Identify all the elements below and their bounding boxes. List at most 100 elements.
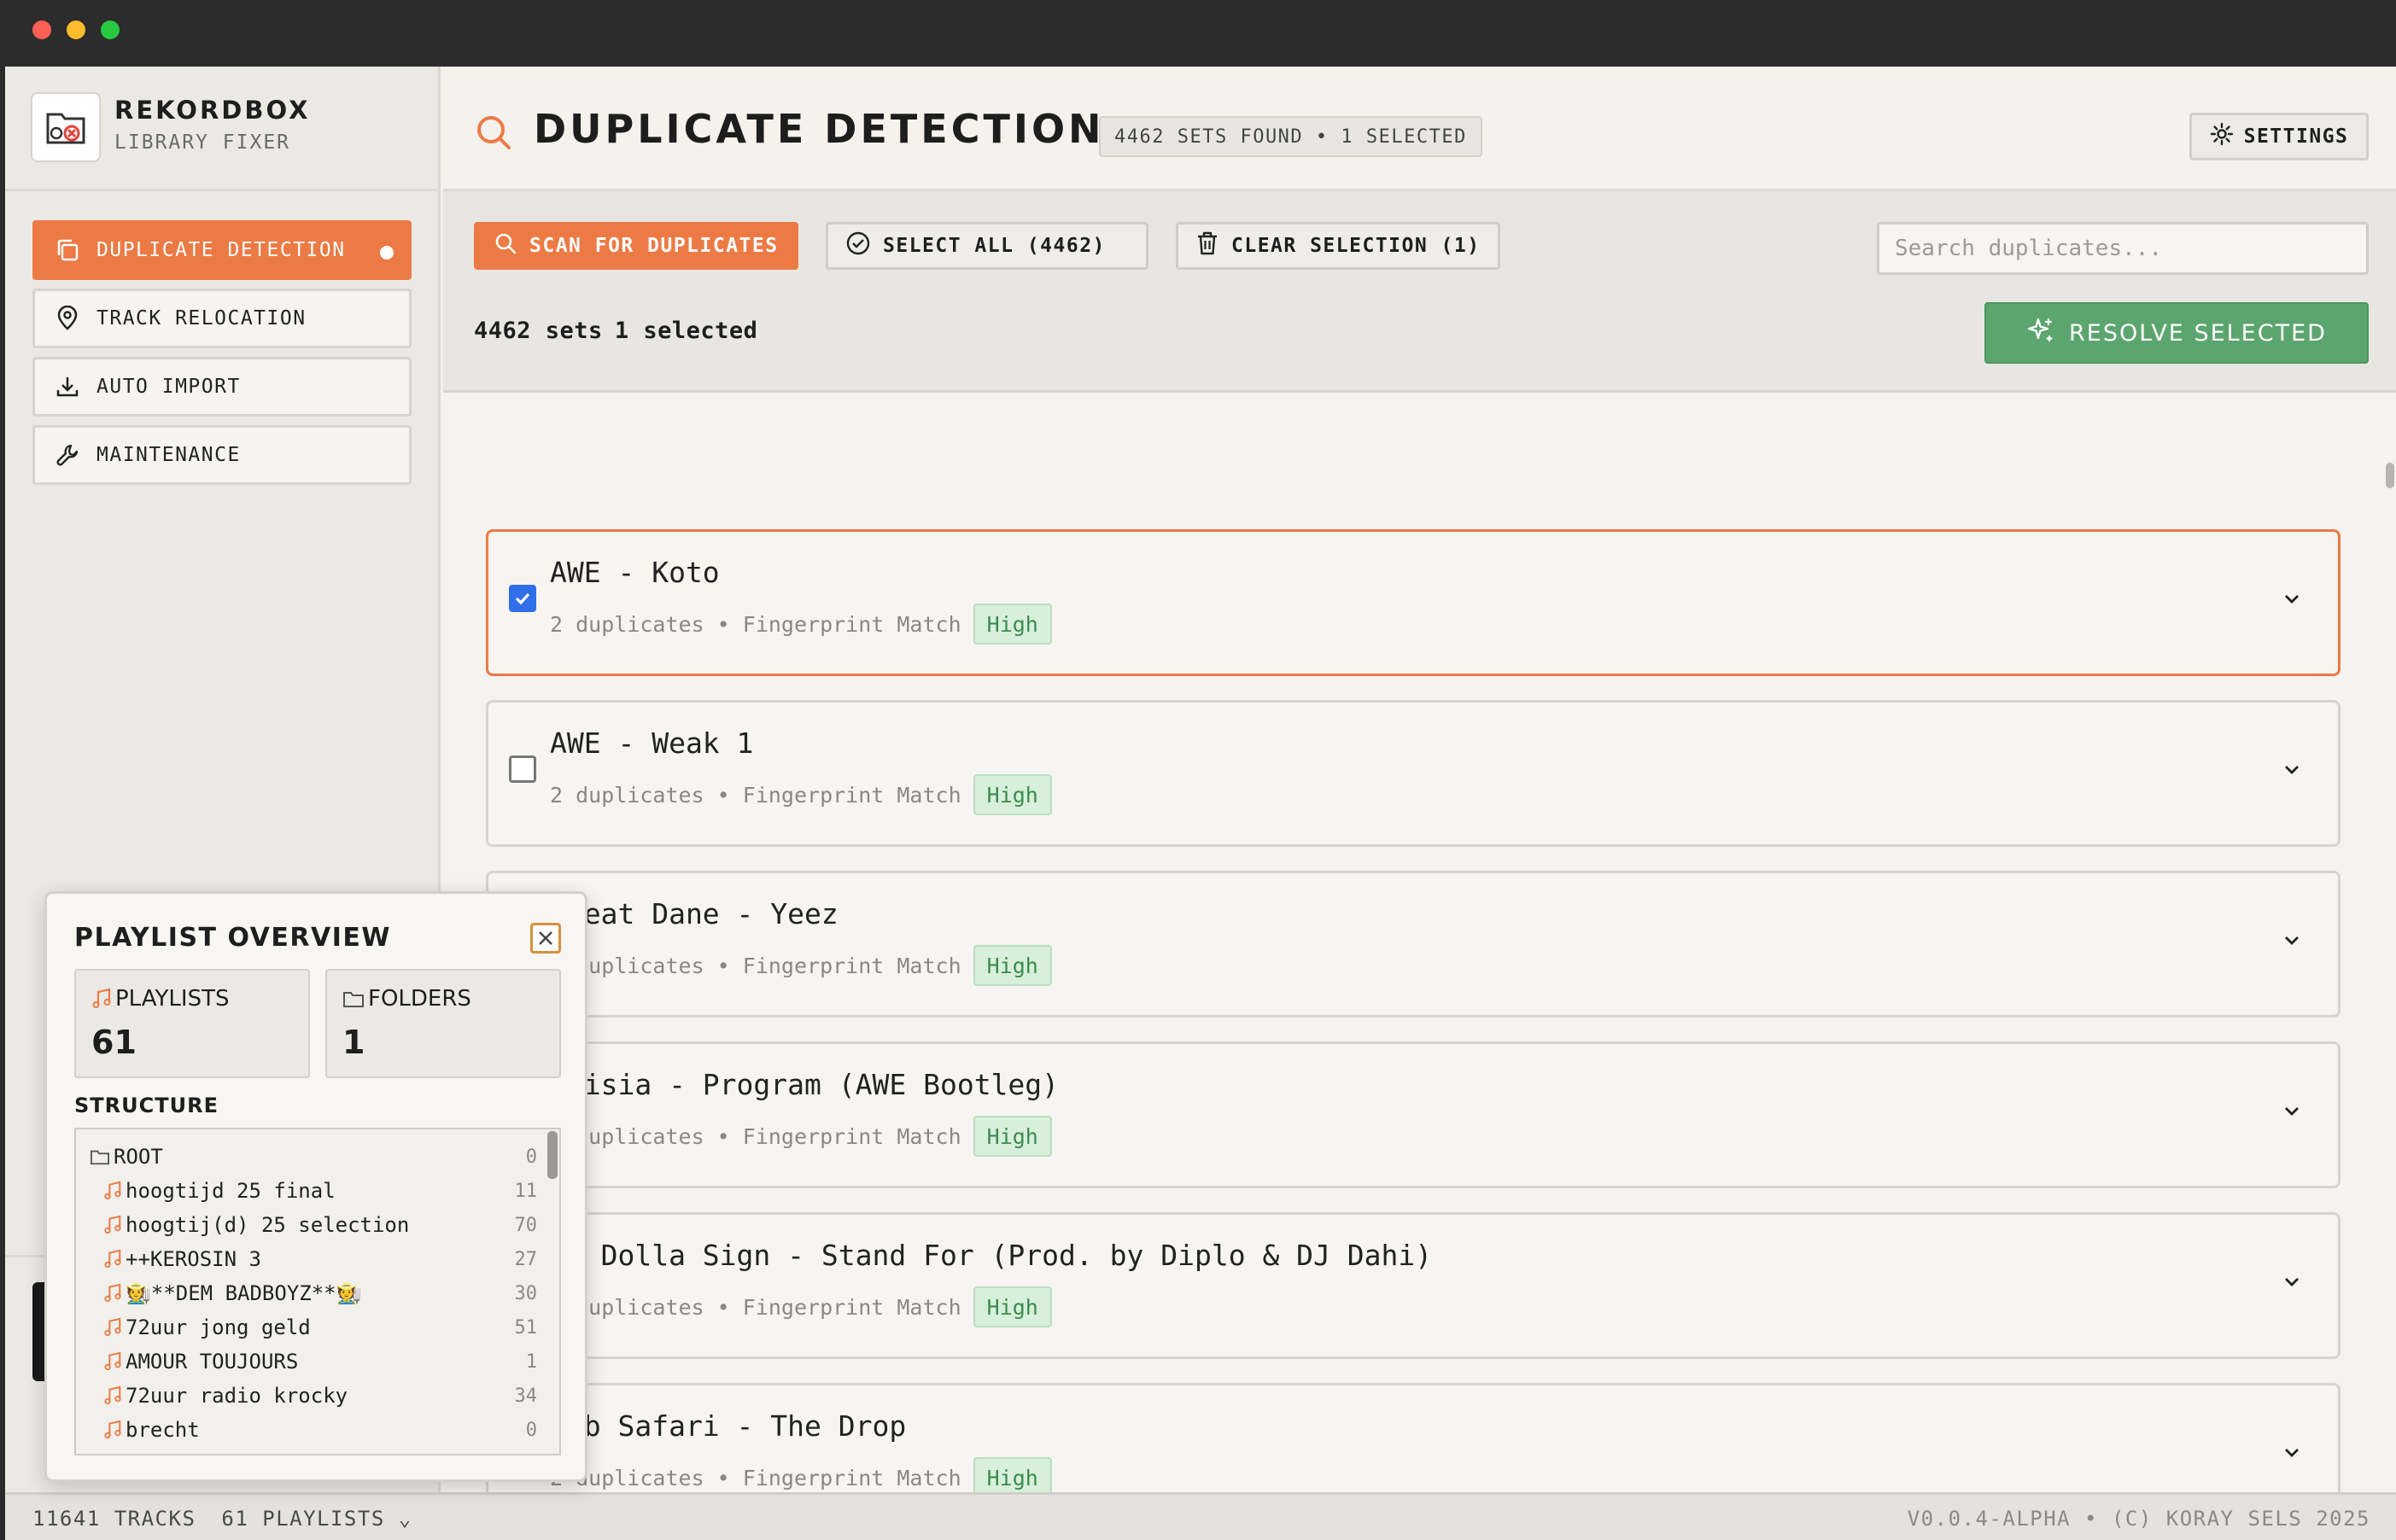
playlist-count: 61 PLAYLISTS bbox=[221, 1507, 385, 1531]
set-meta: 2 duplicates • Fingerprint Match High bbox=[550, 1116, 1052, 1157]
close-popover-button[interactable] bbox=[530, 923, 561, 954]
popover-title: PLAYLIST OVERVIEW bbox=[74, 923, 391, 953]
tree-playlist-row[interactable]: 72uur radio krocky 34 bbox=[76, 1379, 537, 1413]
nav-item-label: AUTO IMPORT bbox=[96, 376, 241, 398]
tree-item-count: 0 bbox=[525, 1419, 537, 1441]
check-circle-icon bbox=[845, 230, 871, 261]
chevron-down-icon[interactable] bbox=[2280, 586, 2304, 614]
tree-item-count: 1 bbox=[525, 1350, 537, 1373]
set-title: Great Dane - Yeez bbox=[550, 897, 839, 930]
clear-selection-button[interactable]: CLEAR SELECTION (1) bbox=[1176, 222, 1500, 270]
map-pin-icon bbox=[54, 305, 81, 332]
maximize-window-button[interactable] bbox=[101, 20, 120, 39]
scan-label: SCAN FOR DUPLICATES bbox=[529, 235, 779, 257]
chevron-down-icon[interactable] bbox=[2280, 1099, 2304, 1126]
wrench-icon bbox=[54, 441, 81, 469]
active-indicator-dot bbox=[380, 246, 394, 260]
brand: REKORDBOX LIBRARY FIXER bbox=[5, 67, 441, 191]
tree-playlist-row[interactable]: hoogtij(d) 25 selection 70 bbox=[76, 1208, 537, 1242]
status-bar: 11641 TRACKS 61 PLAYLISTS ⌄ V0.0.4-ALPHA… bbox=[5, 1492, 2396, 1540]
folders-label: FOLDERS bbox=[368, 986, 471, 1012]
duplicate-set-card[interactable]: Ty Dolla Sign - Stand For (Prod. by Dipl… bbox=[486, 1212, 2340, 1359]
folder-icon bbox=[343, 992, 364, 1007]
tree-item-count: 70 bbox=[514, 1214, 538, 1236]
music-note-icon bbox=[104, 1420, 121, 1439]
duplicate-set-card[interactable]: AWE - Koto 2 duplicates • Fingerprint Ma… bbox=[486, 529, 2340, 676]
tree-item-name: AMOUR TOUJOURS bbox=[126, 1350, 299, 1374]
nav-maintenance[interactable]: MAINTENANCE bbox=[32, 425, 412, 485]
chevron-down-icon[interactable] bbox=[2280, 1440, 2304, 1467]
scan-for-duplicates-button[interactable]: SCAN FOR DUPLICATES bbox=[474, 222, 798, 270]
duplicate-set-card[interactable]: Great Dane - Yeez 2 duplicates • Fingerp… bbox=[486, 871, 2340, 1018]
duplicate-set-card[interactable]: Dub Safari - The Drop 2 duplicates • Fin… bbox=[486, 1383, 2340, 1492]
app-logo-icon bbox=[31, 92, 101, 162]
tree-item-count: 27 bbox=[514, 1248, 538, 1270]
version-info: V0.0.4-ALPHA • (C) KORAY SELS 2025 bbox=[1907, 1507, 2370, 1531]
minimize-window-button[interactable] bbox=[67, 20, 85, 39]
settings-button[interactable]: SETTINGS bbox=[2189, 113, 2369, 160]
close-icon bbox=[539, 931, 552, 945]
set-meta-text: 2 duplicates • Fingerprint Match bbox=[550, 611, 961, 637]
music-note-icon bbox=[104, 1181, 121, 1200]
resolve-selected-button[interactable]: RESOLVE SELECTED bbox=[1984, 302, 2369, 364]
music-note-icon bbox=[104, 1215, 121, 1234]
selection-stats: 4462 sets 1 selected bbox=[474, 318, 757, 344]
toolbar: SCAN FOR DUPLICATES SELECT ALL (4462) CL… bbox=[443, 191, 2396, 393]
sets-count: 4462 sets bbox=[474, 318, 603, 344]
gear-icon bbox=[2210, 122, 2234, 151]
folders-value: 1 bbox=[342, 1024, 365, 1061]
window-titlebar bbox=[5, 0, 2396, 67]
duplicate-set-card[interactable]: AWE - Weak 1 2 duplicates • Fingerprint … bbox=[486, 700, 2340, 847]
set-meta: 2 duplicates • Fingerprint Match High bbox=[550, 945, 1052, 986]
set-meta: 2 duplicates • Fingerprint Match High bbox=[550, 604, 1052, 645]
nav-duplicate-detection[interactable]: DUPLICATE DETECTION bbox=[32, 220, 412, 280]
set-checkbox[interactable] bbox=[509, 755, 536, 783]
tree-item-name: ROOT bbox=[114, 1145, 163, 1169]
set-meta-text: 2 duplicates • Fingerprint Match bbox=[550, 1465, 961, 1490]
sparkle-icon bbox=[2026, 316, 2055, 351]
nav-auto-import[interactable]: AUTO IMPORT bbox=[32, 357, 412, 417]
list-scrollbar[interactable] bbox=[2386, 463, 2394, 488]
confidence-badge: High bbox=[973, 1286, 1052, 1327]
folders-stat-label: FOLDERS bbox=[342, 986, 471, 1012]
close-window-button[interactable] bbox=[32, 20, 51, 39]
clear-selection-label: CLEAR SELECTION (1) bbox=[1231, 235, 1481, 257]
folders-stat: FOLDERS 1 bbox=[325, 969, 561, 1078]
set-meta-text: 2 duplicates • Fingerprint Match bbox=[550, 953, 961, 978]
tree-item-name: 72uur jong geld bbox=[126, 1315, 311, 1339]
settings-label: SETTINGS bbox=[2243, 125, 2349, 148]
music-note-icon bbox=[104, 1283, 121, 1303]
chevron-down-icon[interactable] bbox=[2280, 928, 2304, 955]
tree-playlist-row[interactable]: brecht 0 bbox=[76, 1413, 537, 1447]
tree-item-count: 11 bbox=[514, 1180, 538, 1202]
confidence-badge: High bbox=[973, 774, 1052, 815]
set-meta: 2 duplicates • Fingerprint Match High bbox=[550, 1457, 1052, 1492]
select-all-button[interactable]: SELECT ALL (4462) bbox=[826, 222, 1148, 270]
chevron-down-icon[interactable] bbox=[2280, 757, 2304, 785]
tree-playlist-row[interactable]: ++KEROSIN 3 27 bbox=[76, 1242, 537, 1276]
chevron-down-icon[interactable] bbox=[2280, 1269, 2304, 1297]
nav-track-relocation[interactable]: TRACK RELOCATION bbox=[32, 289, 412, 348]
set-checkbox[interactable] bbox=[509, 585, 536, 612]
tree-scrollbar[interactable] bbox=[547, 1131, 558, 1179]
set-title: AWE - Koto bbox=[550, 556, 720, 589]
tree-playlist-row[interactable]: 72uur jong geld 51 bbox=[76, 1310, 537, 1345]
search-input[interactable] bbox=[1877, 222, 2369, 275]
confidence-badge: High bbox=[973, 1457, 1052, 1492]
tree-playlist-row[interactable]: AMOUR TOUJOURS 1 bbox=[76, 1345, 537, 1379]
duplicate-set-card[interactable]: Alisia - Program (AWE Bootleg) 2 duplica… bbox=[486, 1041, 2340, 1188]
nav-item-label: TRACK RELOCATION bbox=[96, 307, 307, 330]
tree-playlist-row[interactable]: hoogtijd 25 final 11 bbox=[76, 1174, 537, 1208]
sets-found-badge: 4462 SETS FOUND • 1 SELECTED bbox=[1099, 116, 1482, 157]
copy-icon bbox=[54, 236, 81, 264]
playlist-count-toggle[interactable]: 61 PLAYLISTS ⌄ bbox=[221, 1507, 412, 1531]
tree-folder-row[interactable]: ROOT 0 bbox=[76, 1140, 537, 1174]
set-meta-text: 2 duplicates • Fingerprint Match bbox=[550, 1123, 961, 1149]
page-header: DUPLICATE DETECTION 4462 SETS FOUND • 1 … bbox=[443, 67, 2396, 191]
app-subtitle: LIBRARY FIXER bbox=[114, 131, 291, 154]
playlists-stat: PLAYLISTS 61 bbox=[74, 969, 310, 1078]
folder-icon bbox=[91, 1150, 109, 1165]
tree-playlist-row[interactable]: 🧑‍🌾**DEM BADBOYZ**🧑‍🌾 30 bbox=[76, 1276, 537, 1310]
confidence-badge: High bbox=[973, 945, 1052, 986]
playlists-value: 61 bbox=[91, 1024, 137, 1061]
